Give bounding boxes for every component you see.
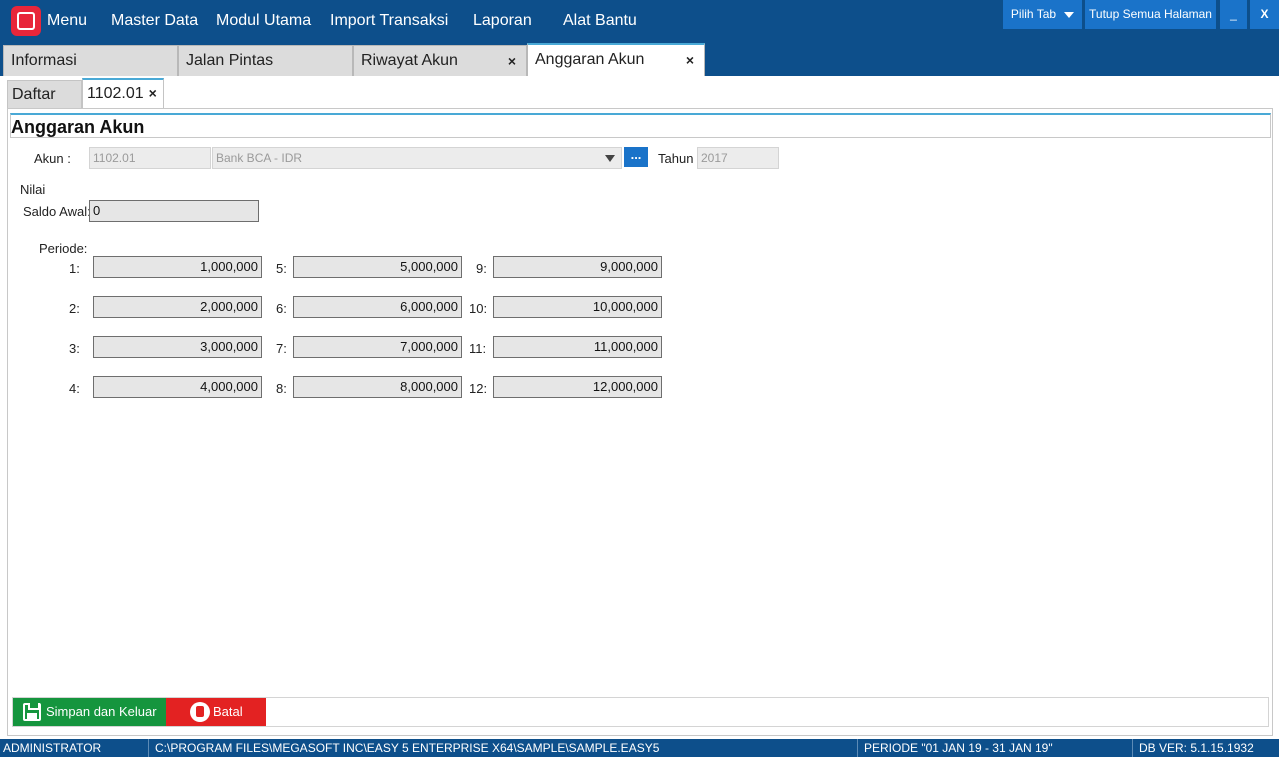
close-tab-icon[interactable]: × [508,46,516,76]
tab-jalan-pintas[interactable]: Jalan Pintas [178,45,353,76]
saldo-awal-label: Saldo Awal: [23,204,91,219]
period-11-label: 11: [469,341,487,356]
app-window: Menu Master Data Modul Utama Import Tran… [0,0,1279,757]
page-title: Anggaran Akun [11,117,145,137]
tahun-label: Tahun [658,151,694,166]
akun-name-value: Bank BCA - IDR [216,151,303,165]
browse-account-button[interactable]: ... [624,147,648,167]
tab-label: Anggaran Akun [535,51,645,68]
dropdown-arrow-icon [605,155,615,162]
period-5-label: 5: [276,261,287,276]
subtab-daftar[interactable]: Daftar [7,80,82,108]
status-db-version: DB VER: 5.1.15.1932 [1139,741,1254,755]
chevron-down-icon [1064,11,1075,18]
period-12-label: 12: [469,381,488,396]
status-file-path: C:\PROGRAM FILES\MEGASOFT INC\EASY 5 ENT… [155,741,660,755]
tab-label: Riwayat Akun [361,52,458,69]
period-7-field[interactable]: 7,000,000 [293,336,462,358]
status-bar: ADMINISTRATOR C:\PROGRAM FILES\MEGASOFT … [0,739,1279,757]
period-4-label: 4: [69,381,80,396]
status-user: ADMINISTRATOR [3,741,102,755]
period-6-field[interactable]: 6,000,000 [293,296,462,318]
akun-label: Akun : [34,151,71,166]
menu-item-master-data[interactable]: Master Data [111,11,198,31]
period-9-field[interactable]: 9,000,000 [493,256,662,278]
period-8-field[interactable]: 8,000,000 [293,376,462,398]
tab-anggaran-akun[interactable]: Anggaran Akun × [527,43,705,76]
period-6-label: 6: [276,301,287,316]
pilih-tab-label: Pilih Tab [1010,7,1057,21]
close-tab-icon[interactable]: × [686,45,694,75]
top-menu-bar: Menu Master Data Modul Utama Import Tran… [0,0,1279,42]
period-9-label: 9: [476,261,487,276]
save-and-exit-button[interactable]: Simpan dan Keluar [13,698,166,726]
period-2-label: 2: [69,301,80,316]
period-11-field[interactable]: 11,000,000 [493,336,662,358]
period-8-label: 8: [276,381,287,396]
period-1-label: 1: [69,261,80,276]
status-periode: PERIODE "01 JAN 19 - 31 JAN 19" [864,741,1053,755]
app-logo-icon[interactable] [11,6,41,36]
subtab-record[interactable]: 1102.01 × [82,78,164,108]
period-1-field[interactable]: 1,000,000 [93,256,262,278]
menu-item-modul-utama[interactable]: Modul Utama [216,11,311,31]
tahun-field[interactable]: 2017 [697,147,779,169]
menu-item-laporan[interactable]: Laporan [473,11,532,31]
period-3-label: 3: [69,341,80,356]
period-7-label: 7: [276,341,287,356]
tab-label: Jalan Pintas [186,52,274,69]
tutup-semua-halaman-button[interactable]: Tutup Semua Halaman [1085,0,1216,29]
tab-label: Informasi [11,52,77,69]
stop-hand-icon [190,702,210,722]
tab-riwayat-akun[interactable]: Riwayat Akun × [353,45,527,76]
close-subtab-icon[interactable]: × [149,85,157,101]
close-app-button[interactable]: X [1250,0,1279,29]
cancel-button[interactable]: Batal [166,698,266,726]
save-button-label: Simpan dan Keluar [46,704,157,719]
save-disk-icon [23,703,41,721]
pilih-tab-dropdown[interactable]: Pilih Tab [1003,0,1082,29]
saldo-awal-field[interactable]: 0 [89,200,259,222]
subtab-label: Daftar [12,86,56,103]
akun-name-combobox[interactable]: Bank BCA - IDR [212,147,622,169]
period-2-field[interactable]: 2,000,000 [93,296,262,318]
period-12-field[interactable]: 12,000,000 [493,376,662,398]
sub-tab-strip: Daftar 1102.01 × [0,76,1279,108]
period-5-field[interactable]: 5,000,000 [293,256,462,278]
form-header [10,113,1271,138]
tab-informasi[interactable]: Informasi [3,45,178,76]
period-4-field[interactable]: 4,000,000 [93,376,262,398]
periode-label: Periode: [39,241,88,256]
period-10-field[interactable]: 10,000,000 [493,296,662,318]
main-tab-strip: Informasi Jalan Pintas Riwayat Akun × Ang… [0,42,1279,76]
nilai-label: Nilai [20,182,46,197]
menu-item-alat-bantu[interactable]: Alat Bantu [563,11,637,31]
period-10-label: 10: [469,301,488,316]
subtab-label: 1102.01 [87,85,144,102]
menu-item-import-transaksi[interactable]: Import Transaksi [330,11,448,31]
minimize-button[interactable]: _ [1220,0,1247,29]
cancel-button-label: Batal [213,704,243,719]
akun-code-field[interactable]: 1102.01 [89,147,211,169]
menu-button[interactable]: Menu [47,11,87,31]
period-3-field[interactable]: 3,000,000 [93,336,262,358]
